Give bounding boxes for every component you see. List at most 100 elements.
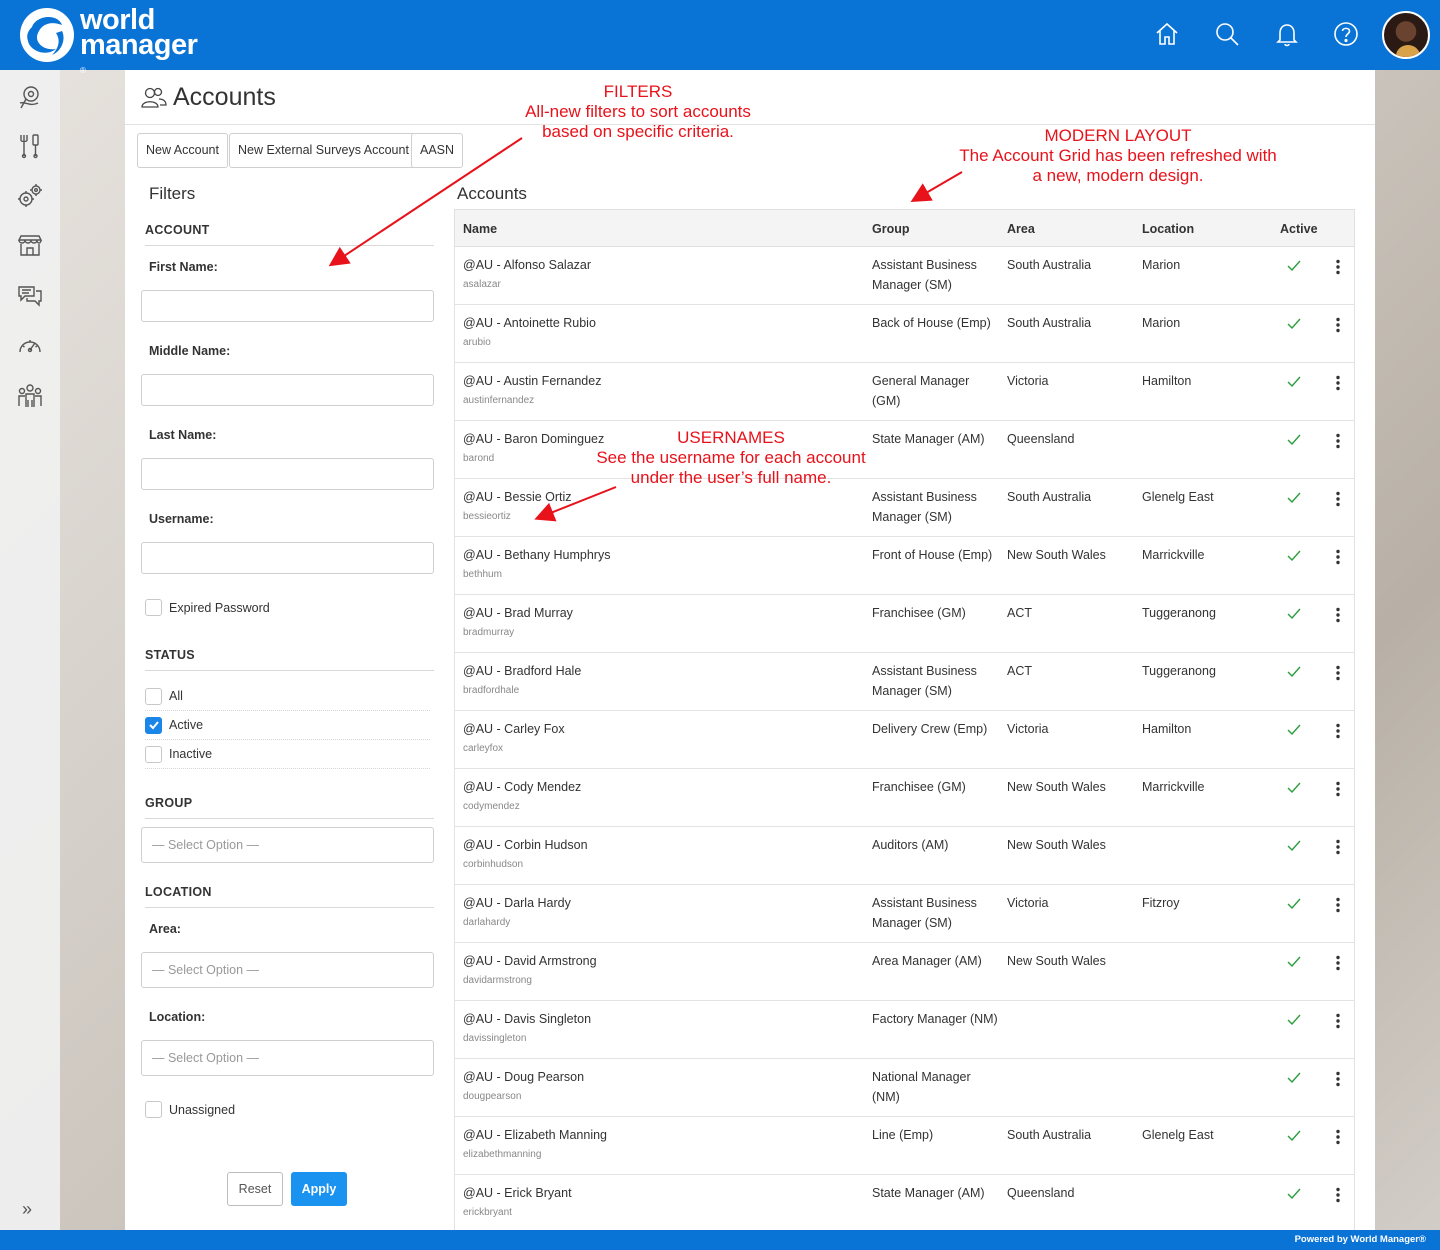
column-header-name[interactable]: Name <box>463 222 497 236</box>
account-name[interactable]: @AU - Cody Mendez <box>463 780 581 794</box>
account-name[interactable]: @AU - Bethany Humphrys <box>463 548 610 562</box>
speedometer-icon[interactable] <box>16 332 44 360</box>
active-check-icon <box>1287 434 1301 446</box>
account-name[interactable]: @AU - Austin Fernandez <box>463 374 601 388</box>
row-menu-icon[interactable] <box>1335 665 1341 681</box>
chat-icon[interactable] <box>16 282 44 310</box>
status-inactive-checkbox[interactable]: Inactive <box>145 740 430 769</box>
table-row[interactable]: @AU - Corbin Hudson corbinhudson Auditors … <box>454 827 1355 885</box>
status-active-checkbox[interactable]: Active <box>145 711 430 740</box>
expand-sidebar-icon[interactable]: » <box>22 1199 32 1220</box>
table-row[interactable]: @AU - Cody Mendez codymendez Franchisee (G… <box>454 769 1355 827</box>
active-check-icon <box>1287 318 1301 330</box>
bell-icon[interactable] <box>1273 20 1301 48</box>
middle-name-input[interactable] <box>141 374 434 406</box>
active-check-icon <box>1287 956 1301 968</box>
account-name[interactable]: @AU - Davis Singleton <box>463 1012 591 1026</box>
row-menu-icon[interactable] <box>1335 839 1341 855</box>
row-menu-icon[interactable] <box>1335 955 1341 971</box>
area-select[interactable]: — Select Option — <box>141 952 434 988</box>
account-name[interactable]: @AU - Brad Murray <box>463 606 573 620</box>
account-name[interactable]: @AU - Doug Pearson <box>463 1070 584 1084</box>
page-title: Accounts <box>173 83 276 111</box>
account-location: Glenelg East <box>1142 1128 1214 1142</box>
row-menu-icon[interactable] <box>1335 1013 1341 1029</box>
row-menu-icon[interactable] <box>1335 491 1341 507</box>
checkbox-box[interactable] <box>145 687 162 705</box>
location-select[interactable]: — Select Option — <box>141 1040 434 1076</box>
row-menu-icon[interactable] <box>1335 259 1341 275</box>
new-account-button[interactable]: New Account <box>137 133 228 168</box>
account-name[interactable]: @AU - Bradford Hale <box>463 664 581 678</box>
world-manager-logo[interactable] <box>16 7 78 63</box>
help-icon[interactable] <box>1332 20 1360 48</box>
username-input[interactable] <box>141 542 434 574</box>
checkbox-box[interactable] <box>145 599 162 616</box>
table-row[interactable]: @AU - Elizabeth Manning elizabethmanning L… <box>454 1117 1355 1175</box>
aasn-button[interactable]: AASN <box>411 133 464 168</box>
checkbox-checked[interactable] <box>145 716 162 734</box>
unassigned-checkbox[interactable]: Unassigned <box>145 1095 430 1124</box>
home-icon[interactable] <box>1153 20 1181 48</box>
group-select[interactable]: — Select Option — <box>141 827 434 863</box>
checkbox-box[interactable] <box>145 1101 162 1118</box>
row-menu-icon[interactable] <box>1335 1129 1341 1145</box>
apply-button[interactable]: Apply <box>291 1172 347 1206</box>
table-row[interactable]: @AU - David Armstrong davidarmstrong Area … <box>454 943 1355 1001</box>
column-header-location[interactable]: Location <box>1142 222 1194 236</box>
table-row[interactable]: @AU - Carley Fox carleyfox Delivery Crew (… <box>454 711 1355 769</box>
table-row[interactable]: @AU - Alfonso Salazar asalazar Assistant B… <box>454 247 1355 305</box>
row-menu-icon[interactable] <box>1335 897 1341 913</box>
row-menu-icon[interactable] <box>1335 781 1341 797</box>
account-name[interactable]: @AU - Elizabeth Manning <box>463 1128 607 1142</box>
table-row[interactable]: @AU - Austin Fernandez austinfernandez Gen… <box>454 363 1355 421</box>
gears-icon[interactable] <box>16 182 44 210</box>
column-header-group[interactable]: Group <box>872 222 910 236</box>
user-avatar[interactable] <box>1382 11 1430 59</box>
table-row[interactable]: @AU - Bethany Humphrys bethhum Front of Ho… <box>454 537 1355 595</box>
main-panel: Accounts New Account New External Survey… <box>125 70 1375 1233</box>
column-header-area[interactable]: Area <box>1007 222 1035 236</box>
table-row[interactable]: @AU - Antoinette Rubio arubio Back of Hous… <box>454 305 1355 363</box>
tools-icon[interactable] <box>16 132 44 160</box>
table-row[interactable]: @AU - Davis Singleton davissingleton Facto… <box>454 1001 1355 1059</box>
row-menu-icon[interactable] <box>1335 549 1341 565</box>
account-area: ACT <box>1007 606 1032 620</box>
account-name[interactable]: @AU - Alfonso Salazar <box>463 258 591 272</box>
account-name[interactable]: @AU - Erick Bryant <box>463 1186 572 1200</box>
account-name[interactable]: @AU - Antoinette Rubio <box>463 316 596 330</box>
table-row[interactable]: @AU - Brad Murray bradmurray Franchisee (G… <box>454 595 1355 653</box>
row-menu-icon[interactable] <box>1335 723 1341 739</box>
store-icon[interactable] <box>16 232 44 260</box>
table-row[interactable]: @AU - Darla Hardy darlahardy Assistant Bus… <box>454 885 1355 943</box>
row-menu-icon[interactable] <box>1335 1071 1341 1087</box>
account-area: South Australia <box>1007 316 1092 330</box>
active-check-icon <box>1287 550 1301 562</box>
table-row[interactable]: @AU - Erick Bryant erickbryant State Manag… <box>454 1175 1355 1233</box>
account-name[interactable]: @AU - Darla Hardy <box>463 896 571 910</box>
status-all-checkbox[interactable]: All <box>145 682 430 711</box>
map-pin-icon[interactable] <box>16 83 44 111</box>
row-menu-icon[interactable] <box>1335 1187 1341 1203</box>
row-menu-icon[interactable] <box>1335 317 1341 333</box>
new-external-surveys-account-button[interactable]: New External Surveys Account <box>229 133 418 168</box>
area-label: Area: <box>149 922 181 936</box>
search-icon[interactable] <box>1213 20 1241 48</box>
account-name[interactable]: @AU - David Armstrong <box>463 954 597 968</box>
reset-button[interactable]: Reset <box>227 1172 283 1206</box>
people-icon[interactable] <box>16 382 44 410</box>
table-row[interactable]: @AU - Bradford Hale bradfordhale Assistant… <box>454 653 1355 711</box>
account-name[interactable]: @AU - Carley Fox <box>463 722 565 736</box>
first-name-input[interactable] <box>141 290 434 322</box>
column-header-active[interactable]: Active <box>1280 222 1318 236</box>
expired-password-checkbox[interactable]: Expired Password <box>145 593 430 622</box>
row-menu-icon[interactable] <box>1335 433 1341 449</box>
account-name[interactable]: @AU - Corbin Hudson <box>463 838 588 852</box>
last-name-input[interactable] <box>141 458 434 490</box>
account-username: barond <box>463 453 495 464</box>
row-menu-icon[interactable] <box>1335 607 1341 623</box>
checkbox-box[interactable] <box>145 745 162 763</box>
table-row[interactable]: @AU - Doug Pearson dougpearson National Ma… <box>454 1059 1355 1117</box>
account-name[interactable]: @AU - Bessie Ortiz <box>463 490 572 504</box>
row-menu-icon[interactable] <box>1335 375 1341 391</box>
